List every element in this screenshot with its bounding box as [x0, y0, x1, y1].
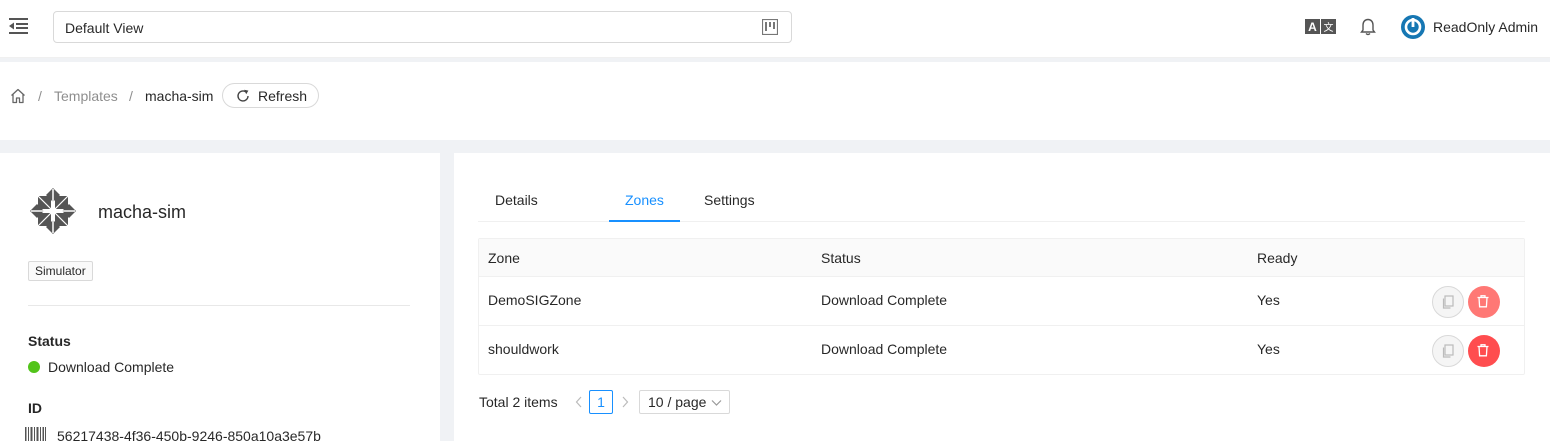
bell-icon[interactable] — [1360, 18, 1376, 36]
tab-settings[interactable]: Settings — [704, 192, 755, 208]
view-selector[interactable]: Default View — [53, 11, 792, 43]
copy-icon — [1442, 344, 1454, 358]
svg-text:A: A — [1308, 20, 1317, 34]
hypervisor-tag: Simulator — [28, 261, 93, 281]
ready-cell: Yes — [1257, 292, 1280, 308]
down-icon — [711, 400, 722, 406]
status-cell: Download Complete — [821, 341, 948, 357]
template-info-card: macha-sim Simulator Status Download Comp… — [0, 153, 440, 441]
tab-details[interactable]: Details — [495, 192, 538, 208]
svg-text:文: 文 — [1324, 21, 1334, 34]
zones-table: Zone Status Ready DemoSIGZone Download C… — [478, 238, 1525, 375]
barcode-icon — [25, 427, 46, 441]
refresh-button[interactable]: Refresh — [222, 83, 319, 108]
copy-button[interactable] — [1432, 286, 1464, 318]
status-value: Download Complete — [48, 359, 175, 375]
tab-ink-bar — [609, 220, 680, 222]
ready-cell: Yes — [1257, 341, 1280, 357]
id-value: 56217438-4f36-450b-9246-850a10a3e57b — [57, 428, 321, 441]
project-icon[interactable] — [762, 19, 778, 35]
delete-button[interactable] — [1468, 335, 1500, 367]
tab-bar: Details Zones Settings — [478, 153, 1525, 222]
template-detail-card: Details Zones Settings Zone Status Ready… — [454, 153, 1550, 441]
zone-cell: shouldwork — [488, 341, 559, 357]
delete-button[interactable] — [1468, 286, 1500, 318]
tab-zones[interactable]: Zones — [625, 192, 664, 208]
breadcrumb-templates[interactable]: Templates — [54, 88, 118, 104]
menu-fold-icon[interactable] — [9, 17, 29, 35]
breadcrumb-separator: / — [38, 88, 42, 104]
user-name[interactable]: ReadOnly Admin — [1433, 19, 1538, 35]
delete-icon — [1477, 295, 1489, 308]
page-1[interactable]: 1 — [589, 390, 613, 414]
delete-icon — [1477, 344, 1489, 357]
table-row: DemoSIGZone Download Complete Yes — [479, 277, 1524, 326]
refresh-label: Refresh — [258, 88, 308, 104]
id-label: ID — [28, 400, 42, 416]
home-icon[interactable] — [10, 88, 26, 104]
status-cell: Download Complete — [821, 292, 948, 308]
status-dot — [28, 361, 40, 373]
reload-icon — [237, 89, 249, 102]
copy-icon — [1442, 295, 1454, 309]
translate-icon[interactable]: A 文 — [1305, 19, 1336, 34]
copy-button[interactable] — [1432, 335, 1464, 367]
zone-cell: DemoSIGZone — [488, 292, 582, 308]
breadcrumb-current: macha-sim — [145, 88, 214, 104]
user-avatar-icon[interactable] — [1401, 15, 1425, 39]
divider — [28, 305, 410, 306]
pagination: Total 2 items 1 10 / page — [478, 389, 878, 415]
page-size-value: 10 / page — [648, 394, 707, 410]
view-selector-value: Default View — [65, 20, 144, 36]
left-icon[interactable] — [574, 396, 584, 408]
status-label: Status — [28, 333, 71, 349]
breadcrumb-separator: / — [129, 88, 133, 104]
column-header-status: Status — [821, 250, 861, 266]
breadcrumb: / Templates / macha-sim Refresh — [0, 62, 1550, 140]
template-name: macha-sim — [98, 202, 187, 222]
right-icon[interactable] — [620, 396, 630, 408]
template-os-logo — [30, 188, 76, 234]
top-header: Default View A 文 ReadOnly Admin — [0, 0, 1550, 58]
column-header-zone: Zone — [488, 250, 520, 266]
table-row: shouldwork Download Complete Yes — [479, 326, 1524, 375]
page-size-select[interactable]: 10 / page — [639, 390, 730, 414]
column-header-ready: Ready — [1257, 250, 1298, 266]
table-header: Zone Status Ready — [479, 239, 1524, 277]
pagination-total: Total 2 items — [479, 394, 558, 410]
